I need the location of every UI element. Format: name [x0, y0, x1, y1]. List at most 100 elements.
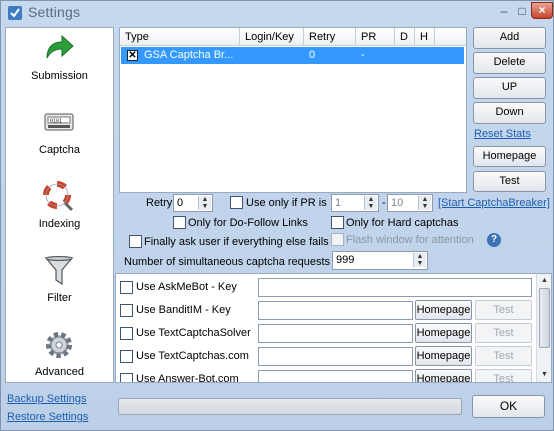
service-label: Use Answer-Bot.com	[136, 373, 239, 383]
service-test-button[interactable]: Test	[475, 369, 532, 382]
maximize-button[interactable]: □	[513, 5, 531, 19]
homepage-button[interactable]: Homepage	[473, 146, 546, 167]
finally-ask-checkbox[interactable]	[129, 235, 142, 248]
sidebar-item-label: Indexing	[38, 218, 81, 230]
pr-max-value: 10	[391, 197, 404, 209]
restore-settings-link[interactable]: Restore Settings	[7, 411, 88, 423]
reset-stats-link[interactable]: Reset Stats	[474, 128, 531, 140]
service-checkbox[interactable]	[120, 304, 133, 317]
column-header-login-key[interactable]: Login/Key	[240, 28, 304, 46]
service-key-field[interactable]	[258, 324, 413, 343]
list-item: Use TextCaptchas.com Homepage Test	[116, 345, 536, 368]
up-button[interactable]: UP	[473, 77, 546, 99]
service-key-field[interactable]	[258, 301, 413, 320]
scroll-down-icon[interactable]: ▼	[538, 369, 551, 381]
backup-settings-link[interactable]: Backup Settings	[7, 393, 87, 405]
column-header-pr[interactable]: PR	[356, 28, 395, 46]
captcha-icon: 0101	[44, 113, 74, 131]
help-icon[interactable]: ?	[487, 233, 501, 247]
service-label: Use AskMeBot - Key	[136, 281, 237, 293]
add-button[interactable]: Add	[473, 27, 546, 49]
funnel-icon	[44, 256, 74, 286]
flash-window-label: Flash window for attention	[346, 234, 474, 246]
row-checkbox[interactable]: ✕	[127, 50, 138, 61]
scroll-thumb[interactable]	[539, 288, 550, 348]
dofollow-checkbox[interactable]	[173, 216, 186, 229]
pr-min-stepper[interactable]: 1 ▲ ▼	[331, 194, 379, 212]
service-key-field[interactable]	[258, 278, 532, 297]
list-item: Use AskMeBot - Key	[116, 276, 536, 299]
pr-max-stepper[interactable]: 10 ▲ ▼	[387, 194, 433, 212]
service-homepage-button[interactable]: Homepage	[415, 300, 472, 320]
service-checkbox[interactable]	[120, 373, 133, 382]
svg-text:0101: 0101	[50, 119, 62, 125]
service-homepage-button[interactable]: Homepage	[415, 369, 472, 382]
sidebar-item-filter[interactable]: Filter	[6, 252, 113, 324]
test-button[interactable]: Test	[473, 171, 546, 192]
service-label: Use BanditIM - Key	[136, 304, 231, 316]
progress-bar	[118, 398, 462, 415]
service-test-button[interactable]: Test	[475, 346, 532, 366]
table-row[interactable]: ✕ GSA Captcha Br... 0 -	[121, 47, 464, 64]
column-header-h[interactable]: H	[415, 28, 435, 46]
column-header-type[interactable]: Type	[120, 28, 240, 46]
close-button[interactable]: ×	[531, 2, 553, 19]
service-test-button[interactable]: Test	[475, 300, 532, 320]
sidebar-item-captcha[interactable]: 0101 Captcha	[6, 104, 113, 176]
down-button[interactable]: Down	[473, 102, 546, 124]
window-title: Settings	[28, 4, 81, 20]
minimize-button[interactable]: –	[495, 5, 513, 19]
spin-arrows-icon[interactable]: ▲ ▼	[418, 196, 431, 210]
service-test-button[interactable]: Test	[475, 323, 532, 343]
start-captchabreaker-link[interactable]: [Start CaptchaBreaker]	[438, 197, 550, 209]
retry-value: 0	[177, 197, 184, 209]
pr-min-value: 1	[335, 197, 342, 209]
spin-arrows-icon[interactable]: ▲ ▼	[413, 253, 426, 267]
finally-ask-label: Finally ask user if everything else fail…	[144, 236, 329, 248]
simultaneous-requests-stepper[interactable]: 999 ▲ ▼	[332, 251, 428, 270]
service-checkbox[interactable]	[120, 350, 133, 363]
app-icon	[8, 6, 22, 20]
retry-stepper[interactable]: 0 ▲ ▼	[173, 194, 213, 212]
sidebar: Submission 0101 Captcha Indexing Filter …	[5, 27, 114, 383]
sidebar-item-label: Captcha	[39, 144, 80, 156]
use-only-pr-checkbox[interactable]	[230, 196, 243, 209]
list-item: Use BanditIM - Key Homepage Test	[116, 299, 536, 322]
flash-window-checkbox[interactable]	[331, 233, 344, 246]
service-checkbox[interactable]	[120, 327, 133, 340]
lifebuoy-icon	[43, 181, 74, 212]
text-captcha-services-panel: Use AskMeBot - Key Use BanditIM - Key Ho…	[115, 273, 552, 383]
service-homepage-button[interactable]: Homepage	[415, 323, 472, 343]
service-key-field[interactable]	[258, 370, 413, 382]
sidebar-item-indexing[interactable]: Indexing	[6, 178, 113, 250]
use-only-pr-label: Use only if PR is	[246, 197, 327, 209]
dofollow-label: Only for Do-Follow Links	[188, 217, 308, 229]
green-arrow-icon	[46, 34, 74, 59]
service-checkbox[interactable]	[120, 281, 133, 294]
service-label: Use TextCaptchaSolver	[136, 327, 251, 339]
row-login-key	[240, 47, 304, 64]
sidebar-item-submission[interactable]: Submission	[6, 30, 113, 102]
services-scrollbar[interactable]: ▲ ▼	[536, 274, 551, 382]
row-retry: 0	[309, 49, 316, 61]
list-header: Type Login/Key Retry PR D H	[120, 28, 466, 46]
ok-button[interactable]: OK	[472, 395, 545, 418]
spin-arrows-icon[interactable]: ▲ ▼	[364, 196, 377, 210]
delete-button[interactable]: Delete	[473, 52, 546, 74]
title-bar: Settings – □ ×	[1, 1, 553, 25]
service-key-field[interactable]	[258, 347, 413, 366]
sidebar-item-label: Filter	[47, 292, 72, 304]
spin-arrows-icon[interactable]: ▲ ▼	[198, 196, 211, 210]
scroll-up-icon[interactable]: ▲	[538, 275, 551, 287]
column-header-d[interactable]: D	[395, 28, 415, 46]
settings-window: Settings – □ × Submission 0101 Captcha I…	[0, 0, 554, 431]
captcha-service-list[interactable]: Type Login/Key Retry PR D H ✕ GSA Captch…	[119, 27, 467, 193]
sidebar-item-label: Submission	[31, 70, 88, 82]
simultaneous-requests-label: Number of simultaneous captcha requests	[124, 256, 331, 268]
column-header-retry[interactable]: Retry	[304, 28, 356, 46]
sidebar-item-advanced[interactable]: Advanced	[6, 326, 113, 398]
service-homepage-button[interactable]: Homepage	[415, 346, 472, 366]
hard-captchas-label: Only for Hard captchas	[346, 217, 459, 229]
list-item: Use TextCaptchaSolver Homepage Test	[116, 322, 536, 345]
hard-captchas-checkbox[interactable]	[331, 216, 344, 229]
